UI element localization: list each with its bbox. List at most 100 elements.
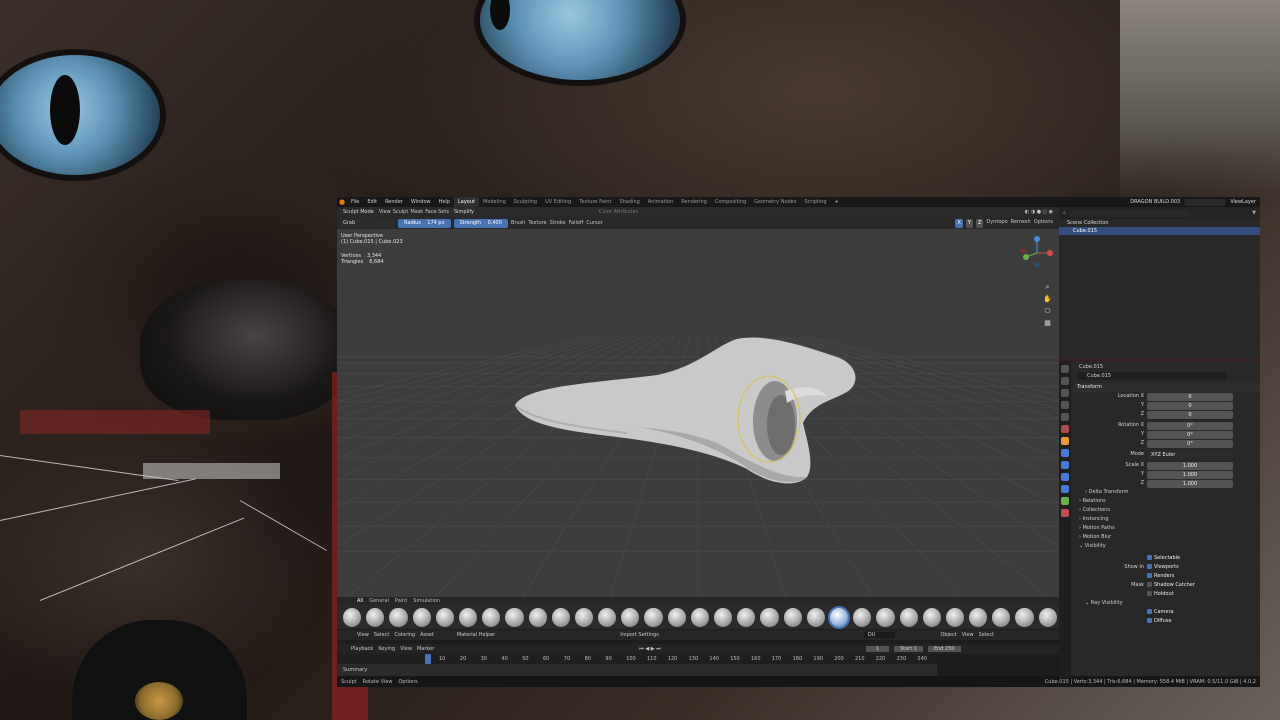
workspace-tab-modeling[interactable]: Modeling	[479, 197, 510, 207]
menu-face-sets[interactable]: Face Sets	[425, 209, 449, 216]
remesh-menu[interactable]: Remesh	[1011, 219, 1031, 228]
shelf-tab-general[interactable]: General	[369, 598, 389, 604]
material-tab-icon[interactable]	[1061, 509, 1069, 517]
collections-header[interactable]: › Collections	[1073, 506, 1260, 515]
timeline-playhead[interactable]	[425, 654, 431, 664]
shelf-tab-all[interactable]: All	[357, 598, 363, 604]
workspace-tab-scripting[interactable]: Scripting	[800, 197, 830, 207]
strength-field[interactable]: Strength 0.400	[453, 219, 508, 228]
rotation-mode-dropdown[interactable]: XYZ Euler	[1147, 450, 1233, 459]
cursor-menu[interactable]: Cursor	[586, 220, 602, 227]
zoom-icon[interactable]: ⌕	[1043, 283, 1052, 292]
shadow-catcher-checkbox[interactable]: Shadow Catcher	[1147, 581, 1195, 590]
menu-file[interactable]: File	[347, 197, 363, 207]
brush-thumbnail[interactable]	[644, 607, 663, 627]
menu-render[interactable]: Render	[381, 197, 407, 207]
color-attributes-button[interactable]: Color Attributes	[599, 209, 638, 216]
shelf-tab-paint[interactable]: Paint	[395, 598, 407, 604]
menu-sculpt[interactable]: Sculpt	[393, 209, 409, 216]
editor-asset-menu[interactable]: Asset	[420, 632, 434, 638]
menu-window[interactable]: Window	[407, 197, 435, 207]
brush-thumbnail[interactable]	[482, 607, 501, 627]
brush-thumbnail[interactable]	[992, 607, 1011, 627]
current-frame-field[interactable]: 1	[865, 646, 889, 652]
brush-thumbnail[interactable]	[876, 607, 895, 627]
scale-z-field[interactable]: 1.000	[1147, 479, 1233, 488]
add-workspace-icon[interactable]: +	[831, 197, 843, 207]
camera-checkbox[interactable]: Camera	[1147, 608, 1174, 617]
brush-thumbnail[interactable]	[783, 607, 802, 627]
brush-thumbnail[interactable]	[598, 607, 617, 627]
stroke-menu[interactable]: Stroke	[550, 220, 566, 227]
timeline-track[interactable]: Summary	[337, 664, 937, 676]
brush-thumbnail[interactable]	[458, 607, 478, 627]
import-settings-menu[interactable]: Import Settings	[620, 632, 659, 638]
brush-thumbnail[interactable]	[714, 607, 733, 627]
data-tab-icon[interactable]	[1061, 497, 1069, 505]
workspace-tab-rendering[interactable]: Rendering	[677, 197, 711, 207]
delta-transform-header[interactable]: › Delta Transform	[1073, 488, 1260, 497]
rotation-y-field[interactable]: 0°	[1147, 430, 1233, 439]
brush-thumbnail[interactable]	[760, 607, 779, 627]
mirror-x-toggle[interactable]: X	[955, 219, 963, 228]
brush-thumbnail[interactable]	[412, 607, 431, 627]
brush-thumbnail[interactable]	[969, 607, 988, 627]
object-select-menu[interactable]: Select	[979, 632, 994, 638]
sculpt-mode-dropdown[interactable]: Sculpt Mode	[340, 208, 377, 217]
shading-mode-icons[interactable]: ◐ ◑ ● ○ ◉	[1025, 209, 1053, 216]
tool-tab-icon[interactable]	[1061, 365, 1069, 373]
scale-y-field[interactable]: 1.000	[1147, 470, 1233, 479]
object-tab-icon[interactable]	[1061, 437, 1069, 445]
brush-thumbnail[interactable]	[667, 607, 686, 627]
workspace-tab-texture-paint[interactable]: Texture Paint	[575, 197, 615, 207]
brush-thumbnail[interactable]	[389, 607, 408, 627]
brush-thumbnail[interactable]	[945, 607, 965, 627]
workspace-tab-shading[interactable]: Shading	[615, 197, 643, 207]
output-tab-icon[interactable]	[1061, 389, 1069, 397]
falloff-menu[interactable]: Falloff	[569, 220, 584, 227]
motion-blur-header[interactable]: › Motion Blur	[1073, 533, 1260, 542]
outliner-search-field[interactable]	[1069, 209, 1190, 217]
diffuse-checkbox[interactable]: Diffuse	[1147, 617, 1172, 626]
brush-thumbnail[interactable]	[690, 607, 709, 627]
brush-thumbnail[interactable]	[1015, 607, 1034, 627]
location-z-field[interactable]: 0	[1147, 410, 1233, 419]
brush-thumbnail[interactable]	[1038, 607, 1057, 627]
menu-mask[interactable]: Mask	[410, 209, 423, 216]
relations-header[interactable]: › Relations	[1073, 497, 1260, 506]
brush-thumbnail[interactable]	[528, 607, 547, 627]
brush-dropdown[interactable]: Grab	[340, 219, 396, 228]
brush-thumbnail[interactable]	[505, 607, 524, 627]
physics-tab-icon[interactable]	[1061, 473, 1069, 481]
dyntopo-toggle[interactable]: Dyntopo	[986, 219, 1007, 228]
timeline-view-menu[interactable]: View	[400, 646, 412, 652]
object-name-field[interactable]: Cube.015	[1077, 372, 1227, 380]
brush-menu[interactable]: Brush	[511, 220, 525, 227]
navigation-gizmo[interactable]	[1019, 235, 1055, 271]
visibility-header[interactable]: ⌄ Visibility	[1073, 542, 1260, 551]
brush-thumbnail[interactable]	[899, 607, 918, 627]
rotation-x-field[interactable]: 0°	[1147, 421, 1233, 430]
editor-select-menu[interactable]: Select	[374, 632, 389, 638]
brush-thumbnail[interactable]	[922, 607, 941, 627]
rotation-z-field[interactable]: 0°	[1147, 439, 1233, 448]
scene-search-field[interactable]	[1184, 198, 1227, 206]
sculpt-mesh[interactable]	[515, 337, 856, 484]
object-view-menu[interactable]: View	[962, 632, 974, 638]
texture-menu[interactable]: Texture	[528, 220, 546, 227]
keying-menu[interactable]: Keying	[378, 646, 395, 652]
mirror-y-toggle[interactable]: Y	[965, 219, 973, 228]
filter-icon[interactable]: ▼	[1252, 210, 1256, 216]
ray-visibility-header[interactable]: ⌄ Ray Visibility	[1073, 599, 1260, 608]
transform-header[interactable]: Transform	[1073, 383, 1260, 392]
scene-tab-icon[interactable]	[1061, 413, 1069, 421]
grid-view-icon[interactable]: ▦	[1043, 319, 1052, 328]
render-tab-icon[interactable]	[1061, 377, 1069, 385]
simplify-toggle[interactable]: Simplify	[450, 208, 477, 217]
timeline-ruler[interactable]: 10 20 30 40 50 60 70 80 90 100 110 120 130 140 150 160 1…	[337, 654, 937, 664]
pan-hand-icon[interactable]: ✋	[1043, 295, 1052, 304]
location-y-field[interactable]: 0	[1147, 401, 1233, 410]
editor-coloring-menu[interactable]: Coloring	[394, 632, 415, 638]
marker-menu[interactable]: Marker	[417, 646, 434, 652]
workspace-tab-sculpting[interactable]: Sculpting	[510, 197, 541, 207]
